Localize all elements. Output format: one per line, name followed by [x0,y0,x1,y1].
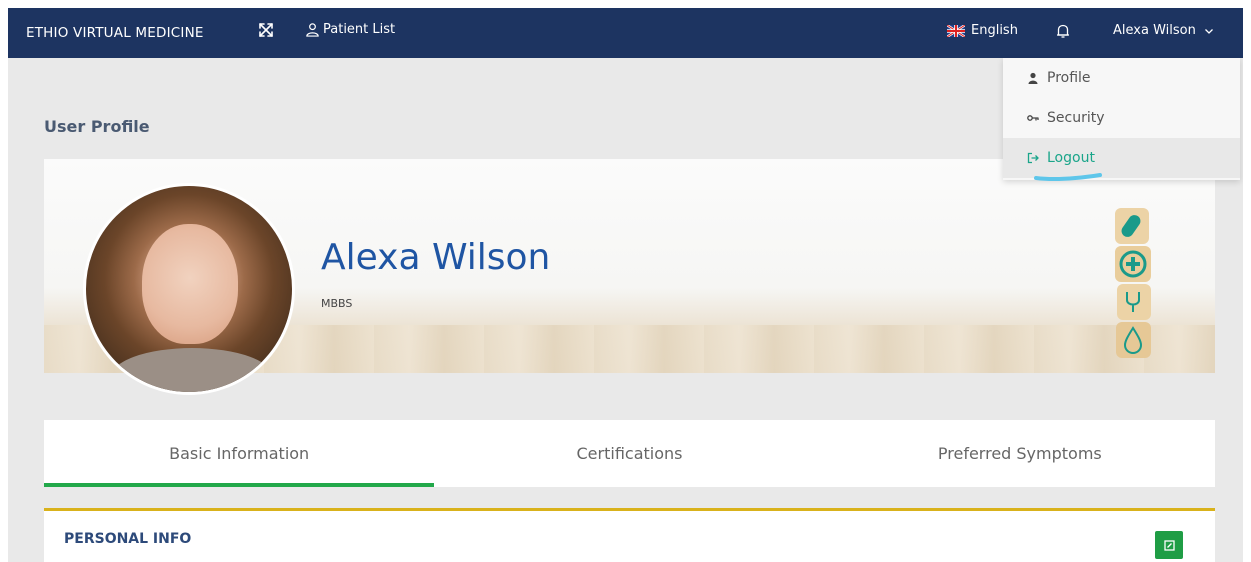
dropdown-item-security[interactable]: Security [1003,98,1240,138]
user-name: Alexa Wilson [1113,23,1196,38]
user-menu-toggle[interactable]: Alexa Wilson [1113,23,1214,38]
uk-flag-icon [947,24,965,37]
avatar-face-shape [142,224,238,344]
language-selector[interactable]: English [947,23,1018,38]
brand-logo-text[interactable]: ETHIO VIRTUAL MEDICINE [26,25,204,41]
user-icon [1028,72,1038,84]
medical-blocks-image [1115,208,1151,358]
personal-info-card: PERSONAL INFO [44,508,1215,562]
patient-list-label: Patient List [323,22,396,37]
highlight-scribble [1034,173,1102,181]
chevron-down-icon [1204,28,1213,34]
profile-tabs: Basic Information Certifications Preferr… [44,420,1215,487]
tab-basic-information[interactable]: Basic Information [44,420,435,487]
user-dropdown-menu: Profile Security Logout [1003,58,1240,180]
app-shell: ETHIO VIRTUAL MEDICINE Patient List Engl… [8,8,1243,562]
edit-icon [1163,539,1175,551]
dropdown-item-label: Logout [1047,150,1095,166]
logout-icon [1027,152,1039,164]
dropdown-item-label: Security [1047,110,1105,126]
key-icon [1027,115,1039,121]
language-label: English [971,23,1018,38]
edit-button[interactable] [1155,531,1183,559]
patient-list-link[interactable]: Patient List [305,22,395,37]
personal-info-title: PERSONAL INFO [64,531,192,547]
profile-avatar[interactable] [83,183,295,395]
profile-degree: MBBS [321,297,353,310]
user-outline-icon [306,23,319,37]
avatar-shirt-shape [110,348,274,392]
dropdown-item-label: Profile [1047,70,1091,86]
dropdown-item-profile[interactable]: Profile [1003,58,1240,98]
bell-icon[interactable] [1054,22,1072,40]
tab-certifications[interactable]: Certifications [434,420,824,487]
profile-name: Alexa Wilson [321,237,551,278]
fullscreen-toggle-icon[interactable] [257,21,275,39]
top-navbar: ETHIO VIRTUAL MEDICINE Patient List Engl… [8,8,1243,58]
page-title: User Profile [44,117,150,136]
tab-preferred-symptoms[interactable]: Preferred Symptoms [825,420,1215,487]
